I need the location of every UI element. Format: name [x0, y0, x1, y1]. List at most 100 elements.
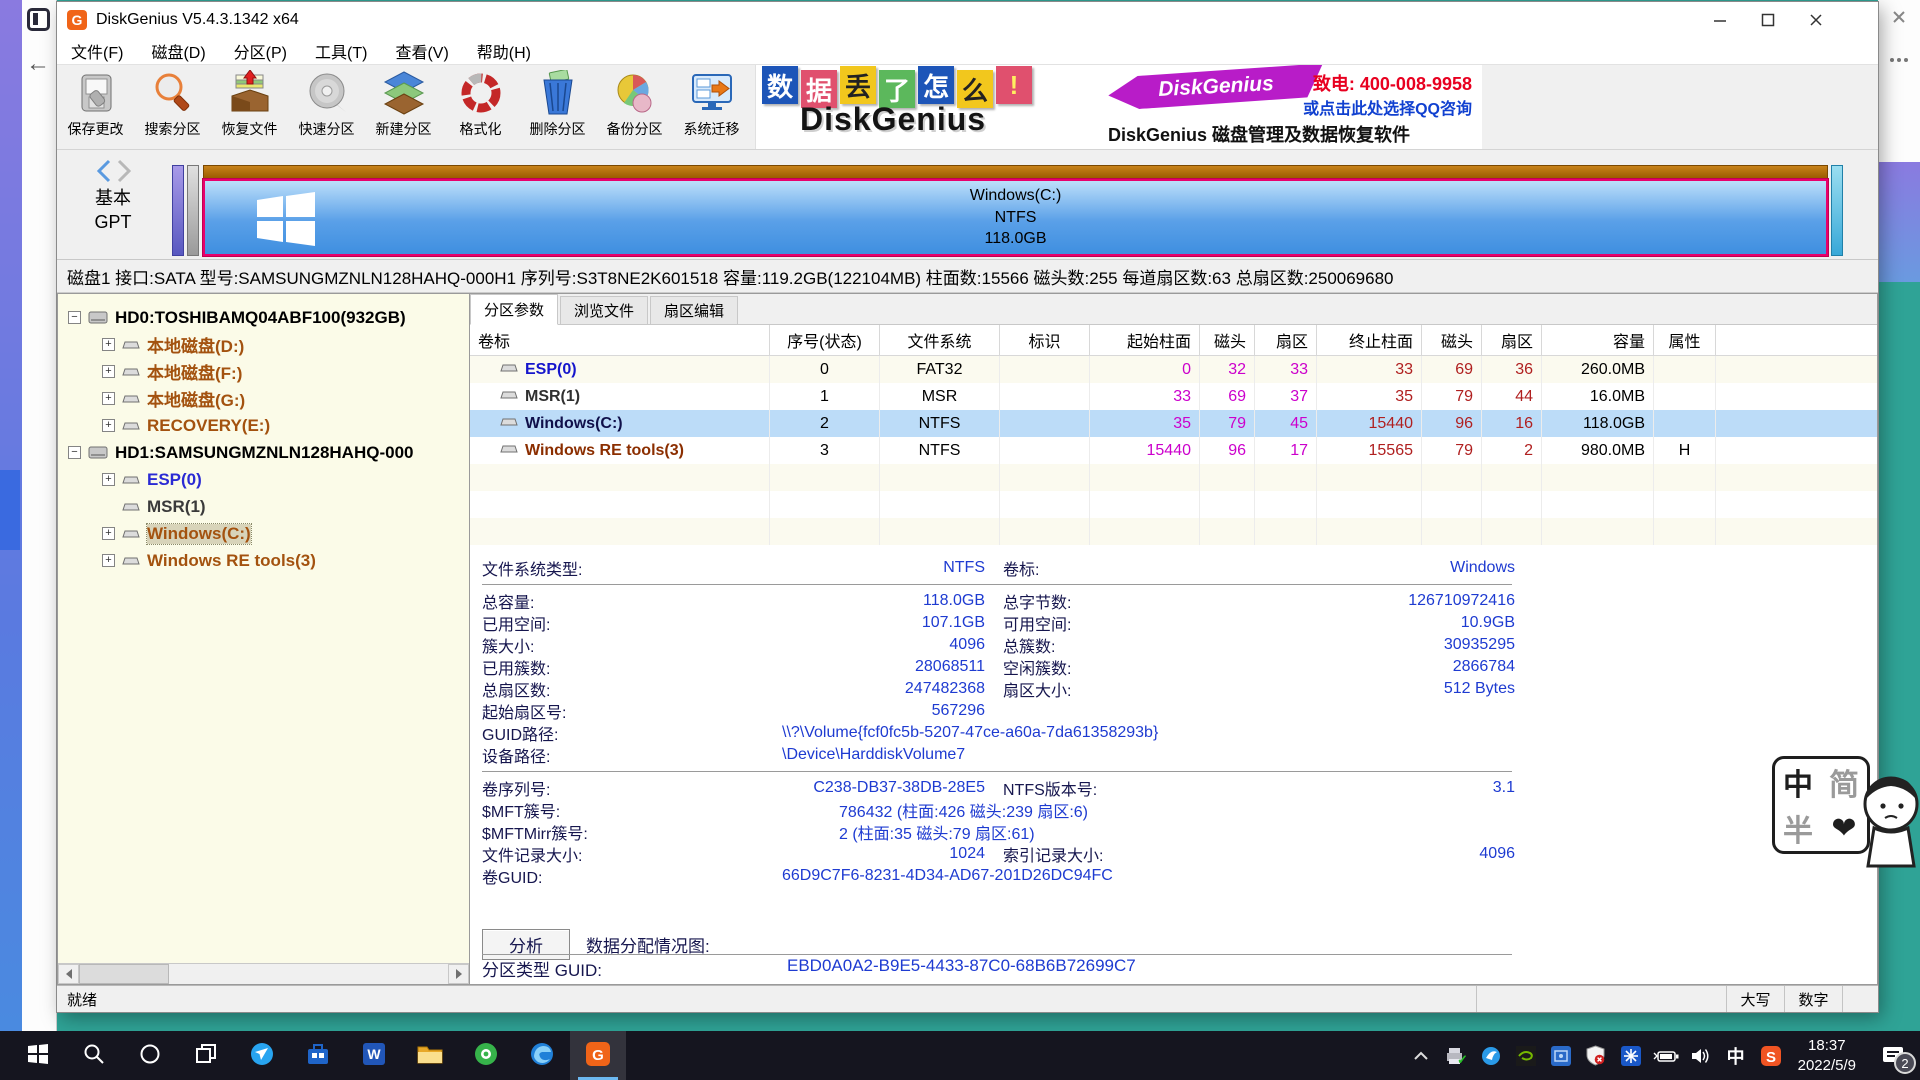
partition-bar-winre[interactable]: [1831, 165, 1843, 256]
table-row-windowsretools3[interactable]: Windows RE tools(3)3NTFS1544096171556579…: [470, 437, 1877, 464]
toolbar-system-migration-button[interactable]: 系统迁移: [673, 65, 750, 149]
scroll-right-arrow[interactable]: [448, 964, 469, 984]
taskbar-clock[interactable]: 18:37 2022/5/9: [1798, 1036, 1856, 1075]
file-explorer-icon: [417, 1043, 443, 1068]
sticker-box[interactable]: 中简半❤: [1772, 756, 1870, 854]
taskbar-search-button[interactable]: [66, 1031, 122, 1080]
toolbar-format-button[interactable]: 格式化: [442, 65, 519, 149]
tree-horizontal-scrollbar[interactable]: [58, 963, 469, 984]
tray-messenger-icon[interactable]: [1476, 1036, 1506, 1076]
taskbar-edge-button[interactable]: [514, 1031, 570, 1080]
tree-item-0[interactable]: −HD0:TOSHIBAMQ04ABF100(932GB): [58, 304, 469, 331]
tree-item-9[interactable]: +Windows RE tools(3): [58, 547, 469, 574]
taskbar-word-button[interactable]: W: [346, 1031, 402, 1080]
taskbar-cortana-button[interactable]: [122, 1031, 178, 1080]
column-header-4[interactable]: 起始柱面: [1090, 325, 1200, 355]
partition-bar-windows-c[interactable]: Windows(C:) NTFS 118.0GB: [203, 165, 1828, 256]
tab-0[interactable]: 分区参数: [470, 294, 558, 325]
minus-expander-icon[interactable]: −: [68, 311, 81, 324]
tree-item-4[interactable]: +RECOVERY(E:): [58, 412, 469, 439]
tray-sogou-input-icon[interactable]: S: [1756, 1036, 1786, 1076]
tree-item-2[interactable]: +本地磁盘(F:): [58, 358, 469, 385]
maximize-button[interactable]: [1744, 2, 1792, 38]
tray-hidden-icons-icon[interactable]: [1406, 1036, 1436, 1076]
partition-bar-esp[interactable]: [172, 165, 184, 256]
close-button[interactable]: [1792, 2, 1840, 38]
plus-expander-icon[interactable]: +: [102, 527, 115, 540]
minus-expander-icon[interactable]: −: [68, 446, 81, 459]
taskbar-start-button[interactable]: [10, 1031, 66, 1080]
column-header-9[interactable]: 扇区: [1482, 325, 1542, 355]
table-row-msr1[interactable]: MSR(1)1MSR33693735794416.0MB: [470, 383, 1877, 410]
tree-item-5[interactable]: −HD1:SAMSUNGMZNLN128HAHQ-000: [58, 439, 469, 466]
tray-intel-graphics-icon[interactable]: [1546, 1036, 1576, 1076]
scrollbar-thumb[interactable]: [79, 964, 169, 984]
menu-item-0[interactable]: 文件(F): [71, 39, 123, 63]
table-row-windowsc[interactable]: Windows(C:)2NTFS357945154409616118.0GB: [470, 410, 1877, 437]
partition-bar-msr[interactable]: [187, 165, 199, 256]
menu-item-4[interactable]: 查看(V): [395, 39, 448, 63]
background-close-icon[interactable]: [1878, 0, 1920, 40]
tree-item-6[interactable]: +ESP(0): [58, 466, 469, 493]
tray-ime-indicator-icon[interactable]: 中: [1721, 1036, 1751, 1076]
background-tab-icon[interactable]: [27, 8, 50, 31]
menu-item-5[interactable]: 帮助(H): [477, 39, 531, 63]
taskbar-feishu-button[interactable]: [234, 1031, 290, 1080]
toolbar-save-changes-button[interactable]: 保存更改: [57, 65, 134, 149]
plus-expander-icon[interactable]: +: [102, 419, 115, 432]
tree-item-7[interactable]: MSR(1): [58, 493, 469, 520]
tab-1[interactable]: 浏览文件: [560, 296, 648, 324]
plus-expander-icon[interactable]: +: [102, 473, 115, 486]
menu-item-1[interactable]: 磁盘(D): [151, 39, 205, 63]
column-header-11[interactable]: 属性: [1654, 325, 1716, 355]
menu-item-2[interactable]: 分区(P): [234, 39, 287, 63]
plus-expander-icon[interactable]: +: [102, 365, 115, 378]
taskbar-store-button[interactable]: [290, 1031, 346, 1080]
toolbar-recover-files-button[interactable]: 恢复文件: [211, 65, 288, 149]
toolbar-new-partition-button[interactable]: 新建分区: [365, 65, 442, 149]
toolbar-search-partition-button[interactable]: 搜索分区: [134, 65, 211, 149]
plus-expander-icon[interactable]: +: [102, 554, 115, 567]
toolbar-delete-partition-button[interactable]: 删除分区: [519, 65, 596, 149]
column-header-6[interactable]: 扇区: [1255, 325, 1317, 355]
tray-nvidia-settings-icon[interactable]: [1511, 1036, 1541, 1076]
plus-expander-icon[interactable]: +: [102, 338, 115, 351]
banner-qq-link[interactable]: 或点击此处选择QQ咨询: [1303, 95, 1472, 119]
column-header-1[interactable]: 序号(状态): [770, 325, 880, 355]
tree-item-8[interactable]: +Windows(C:): [58, 520, 469, 547]
toolbar-backup-partition-button[interactable]: 备份分区: [596, 65, 673, 149]
column-header-2[interactable]: 文件系统: [880, 325, 1000, 355]
taskbar-task-view-button[interactable]: [178, 1031, 234, 1080]
tree-item-3[interactable]: +本地磁盘(G:): [58, 385, 469, 412]
overlay-sticker[interactable]: 中简半❤: [1772, 756, 1920, 886]
taskbar-browser-360-button[interactable]: [458, 1031, 514, 1080]
menu-item-3[interactable]: 工具(T): [315, 39, 367, 63]
notification-center-button[interactable]: 2: [1868, 1031, 1920, 1080]
column-header-10[interactable]: 容量: [1542, 325, 1654, 355]
tree-item-1[interactable]: +本地磁盘(D:): [58, 331, 469, 358]
minimize-button[interactable]: [1696, 2, 1744, 38]
ad-banner[interactable]: 数据丢了怎么! DiskGenius DiskGenius DiskGenius…: [755, 65, 1482, 149]
toolbar-quick-partition-button[interactable]: 快速分区: [288, 65, 365, 149]
column-header-7[interactable]: 终止柱面: [1317, 325, 1422, 355]
column-header-0[interactable]: 卷标: [470, 325, 770, 355]
empty-cell: [1482, 491, 1542, 518]
background-more-icon[interactable]: [1878, 45, 1920, 75]
taskbar-diskgenius-button[interactable]: G: [570, 1031, 626, 1080]
table-row-esp0[interactable]: ESP(0)0FAT3203233336936260.0MB: [470, 356, 1877, 383]
tray-snowflake-app-icon[interactable]: [1616, 1036, 1646, 1076]
column-header-8[interactable]: 磁头: [1422, 325, 1482, 355]
back-arrow-icon[interactable]: ←: [26, 50, 50, 78]
detail-row-13: 卷GUID:66D9C7F6-8231-4D34-AD67-201D26DC94…: [482, 865, 1515, 887]
plus-expander-icon[interactable]: +: [102, 392, 115, 405]
scroll-left-arrow[interactable]: [58, 964, 79, 984]
tray-power-icon[interactable]: [1651, 1036, 1681, 1076]
tray-security-alert-icon[interactable]: [1581, 1036, 1611, 1076]
taskbar-file-explorer-button[interactable]: [402, 1031, 458, 1080]
tree-item-label: MSR(1): [147, 497, 206, 517]
column-header-3[interactable]: 标识: [1000, 325, 1090, 355]
column-header-5[interactable]: 磁头: [1200, 325, 1255, 355]
tab-2[interactable]: 扇区编辑: [650, 296, 738, 324]
tray-printer-status-icon[interactable]: ✓: [1441, 1036, 1471, 1076]
tray-volume-icon[interactable]: [1686, 1036, 1716, 1076]
